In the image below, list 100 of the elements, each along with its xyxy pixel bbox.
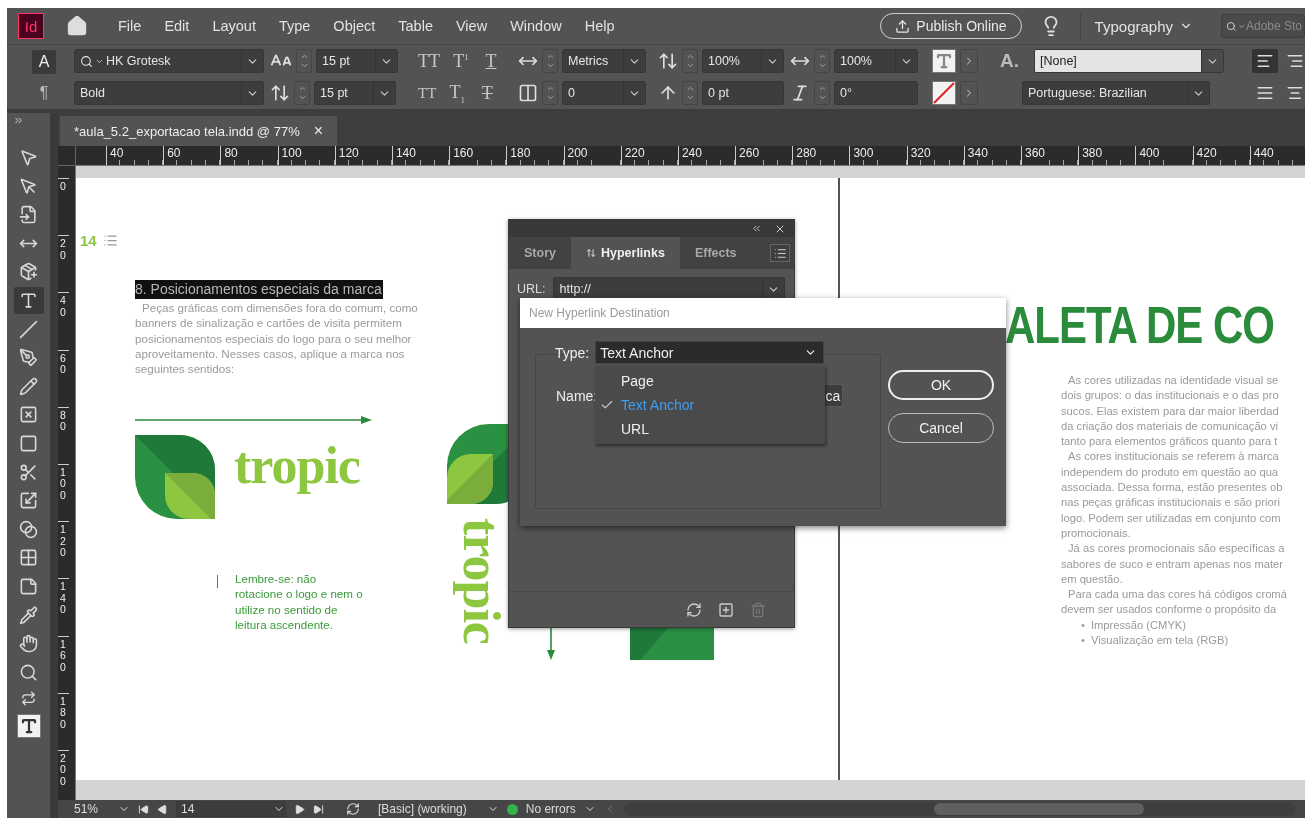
skew-field[interactable]: 0° <box>834 81 918 105</box>
search-field[interactable]: Adobe Sto <box>1246 19 1304 33</box>
bullet-marker: • <box>1081 633 1085 649</box>
mode-button[interactable]: ¶ <box>32 80 56 105</box>
panel-tab[interactable]: Hyperlinks <box>570 237 680 269</box>
expand-button[interactable] <box>960 49 978 73</box>
previous-page-icon[interactable] <box>157 803 169 815</box>
menu-item[interactable]: Layout <box>212 18 256 34</box>
new-icon[interactable] <box>718 601 734 618</box>
type-style-button[interactable]: TT <box>414 50 444 72</box>
menu-item[interactable]: Type <box>278 18 311 34</box>
url-field[interactable]: http:// <box>553 277 786 301</box>
kerning-field[interactable]: Metrics <box>562 49 646 73</box>
refresh-icon[interactable] <box>346 802 361 816</box>
type-style-button[interactable]: T$^{1}$ <box>448 50 474 72</box>
panel-tab[interactable]: Effects <box>679 237 752 269</box>
dropdown-option[interactable]: URL <box>595 417 825 441</box>
list-icon <box>102 233 118 248</box>
chevron-down-icon <box>545 61 555 70</box>
expand-button[interactable] <box>960 81 978 105</box>
ruler-label: 20 <box>58 235 69 293</box>
ruler-label: 220 <box>620 146 678 165</box>
document-tab[interactable]: *aula_5.2_exportacao tela.indd @ 77% × <box>60 116 338 146</box>
stepper-button[interactable] <box>814 49 830 73</box>
ruler-label: 180 <box>58 692 69 750</box>
expand-icon[interactable] <box>13 115 24 126</box>
type-style-button[interactable]: T <box>478 50 504 72</box>
align-left-button[interactable] <box>1252 49 1278 73</box>
chevron-down-icon <box>299 61 309 70</box>
ruler-label: 40 <box>106 146 164 165</box>
character-style-field[interactable]: [None] <box>1034 49 1224 73</box>
text-fill-swatch[interactable] <box>932 49 956 73</box>
grip-icon <box>585 248 596 258</box>
first-page-icon[interactable] <box>138 803 150 815</box>
mode-button[interactable]: A <box>32 49 56 74</box>
ok-button[interactable]: OK <box>888 370 994 400</box>
ruler-label: 140 <box>391 146 450 165</box>
baseline-shift-field[interactable]: 0 pt <box>702 81 784 105</box>
font-family-field[interactable]: HK Grotesk <box>74 49 264 73</box>
horizontal-scale-field[interactable]: 100% <box>834 49 918 73</box>
vertical-scale-icon <box>658 51 678 71</box>
page-icon <box>19 205 38 225</box>
stepper-button[interactable] <box>294 81 310 105</box>
name-label: Name: <box>556 387 598 404</box>
page-field[interactable]: 14 <box>176 801 287 817</box>
collapse-icon[interactable] <box>751 223 762 234</box>
chevron-down-icon <box>685 93 695 102</box>
menu-item[interactable]: File <box>118 18 142 34</box>
bullet-item: Visualização em tela (RGB) <box>1090 633 1229 649</box>
type-style-button[interactable]: TT <box>414 84 441 102</box>
type-style-button[interactable]: T <box>474 82 501 104</box>
scrollbar-thumb[interactable] <box>933 803 1144 815</box>
tracking-field[interactable]: 0 <box>562 81 646 105</box>
stepper-button[interactable] <box>296 49 312 73</box>
preflight-profile: [Basic] (working) <box>378 802 467 816</box>
body-text-line: promocionais. <box>1061 525 1132 541</box>
menu-item[interactable]: Table <box>398 18 433 34</box>
font-style-field[interactable]: Bold <box>74 81 264 105</box>
stepper-button[interactable] <box>542 81 558 105</box>
body-text-line: Para cada uma das cores há códigos cromá <box>1067 587 1287 603</box>
scale-icon <box>19 491 38 511</box>
body-text: Peças gráficas com dimensões fora do comum, como banners de sinalização e cartões de visita permitem posicionamentos especiais do logo para o seu melhor aproveitamento. Nesses casos, aplique a marca nos seguintes sentidos: <box>135 300 419 377</box>
menu-item[interactable]: Edit <box>164 18 190 34</box>
body-text-line: devem ser usados conforme o propósito da <box>1061 602 1278 618</box>
panel-tab[interactable]: Story <box>509 237 571 269</box>
stepper-button[interactable] <box>542 49 558 73</box>
panel-menu-button[interactable] <box>770 244 790 262</box>
bullet-item: Impressão (CMYK) <box>1090 617 1187 633</box>
leading-field[interactable]: 15 pt <box>314 81 396 105</box>
menu-item[interactable]: View <box>455 18 488 34</box>
search-icon <box>80 54 93 68</box>
workspace-switcher[interactable]: Typography <box>1079 13 1207 39</box>
tool-button[interactable] <box>13 286 44 314</box>
type-select[interactable]: Text Anchor <box>595 341 825 364</box>
menu-item[interactable]: Window <box>510 18 562 34</box>
vertical-scale-field[interactable]: 100% <box>702 49 784 73</box>
last-page-icon[interactable] <box>313 803 325 815</box>
ruler-label: 0 <box>58 178 69 236</box>
stepper-button[interactable] <box>682 81 698 105</box>
text-stroke-swatch[interactable] <box>932 81 956 105</box>
close-button[interactable]: × <box>313 122 324 140</box>
zoom-icon <box>19 662 38 682</box>
refresh-icon[interactable] <box>686 601 702 618</box>
font-size-field[interactable]: 15 pt <box>316 49 398 73</box>
fill-stroke-swatch[interactable] <box>16 714 41 739</box>
justify-icon <box>1256 84 1274 102</box>
menu-item[interactable]: Help <box>584 18 615 34</box>
language-field[interactable]: Portuguese: Brazilian <box>1022 81 1210 105</box>
home-icon[interactable] <box>66 15 88 37</box>
note-icon <box>19 576 38 596</box>
type-style-button[interactable]: T$_{1}$ <box>444 81 471 105</box>
swap-icon[interactable] <box>21 691 36 707</box>
dropdown-option[interactable]: Page <box>595 369 825 393</box>
stepper-button[interactable] <box>814 81 830 105</box>
next-page-icon[interactable] <box>294 803 306 815</box>
stepper-button[interactable] <box>682 49 698 73</box>
menu-item[interactable]: Object <box>333 18 376 34</box>
chevron-down-icon <box>545 93 555 102</box>
body-text-line: As cores institucionais se referem à marca <box>1067 449 1280 465</box>
down-arrow <box>546 626 556 660</box>
